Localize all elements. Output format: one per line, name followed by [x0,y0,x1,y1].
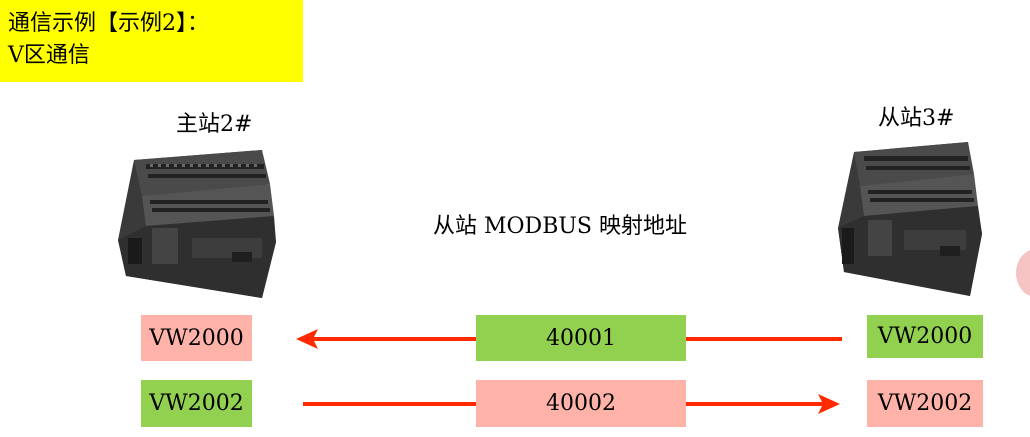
row1-master-register: VW2000 [141,315,252,361]
arrow-layer [296,329,842,414]
row1-modbus-address: 40001 [476,315,686,361]
row2-slave-register: VW2002 [867,380,983,427]
row2-modbus-address: 40002 [476,380,686,427]
row1-slave-register: VW2000 [867,315,983,358]
row2-master-register: VW2002 [141,380,252,427]
